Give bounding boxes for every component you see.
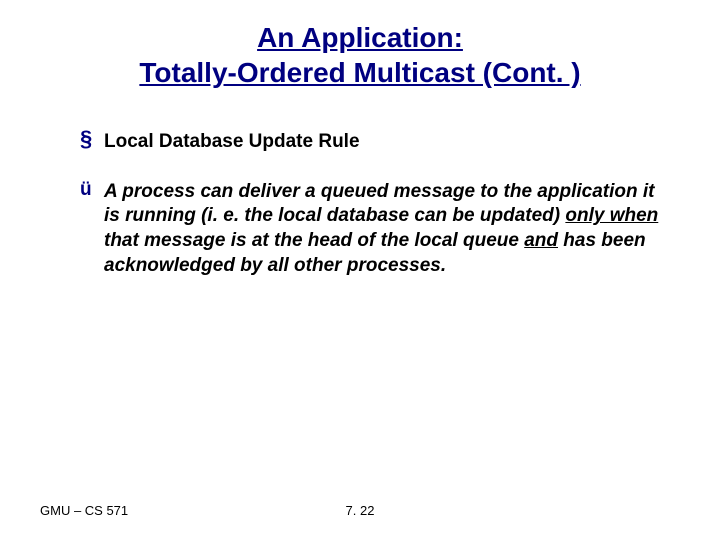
sub-text-and: and bbox=[524, 230, 558, 251]
slide-body: § Local Database Update Rule ü A process… bbox=[80, 130, 660, 279]
bullet-item: § Local Database Update Rule bbox=[80, 130, 660, 154]
sub-bullet-text: A process can deliver a queued message t… bbox=[104, 180, 660, 279]
sub-text-part-2: that message is at the head of the local… bbox=[104, 230, 524, 251]
slide-title: An Application: Totally-Ordered Multicas… bbox=[0, 20, 720, 90]
title-line-1: An Application: bbox=[257, 22, 463, 53]
sub-text-only-when: only when bbox=[565, 205, 658, 226]
sub-bullet-item: ü A process can deliver a queued message… bbox=[80, 180, 660, 279]
check-icon: ü bbox=[80, 180, 104, 201]
footer-page-number: 7. 22 bbox=[0, 503, 720, 518]
title-line-2: Totally-Ordered Multicast (Cont. ) bbox=[139, 57, 580, 88]
bullet-text: Local Database Update Rule bbox=[104, 130, 360, 154]
bullet-icon: § bbox=[80, 128, 104, 150]
slide: An Application: Totally-Ordered Multicas… bbox=[0, 0, 720, 540]
